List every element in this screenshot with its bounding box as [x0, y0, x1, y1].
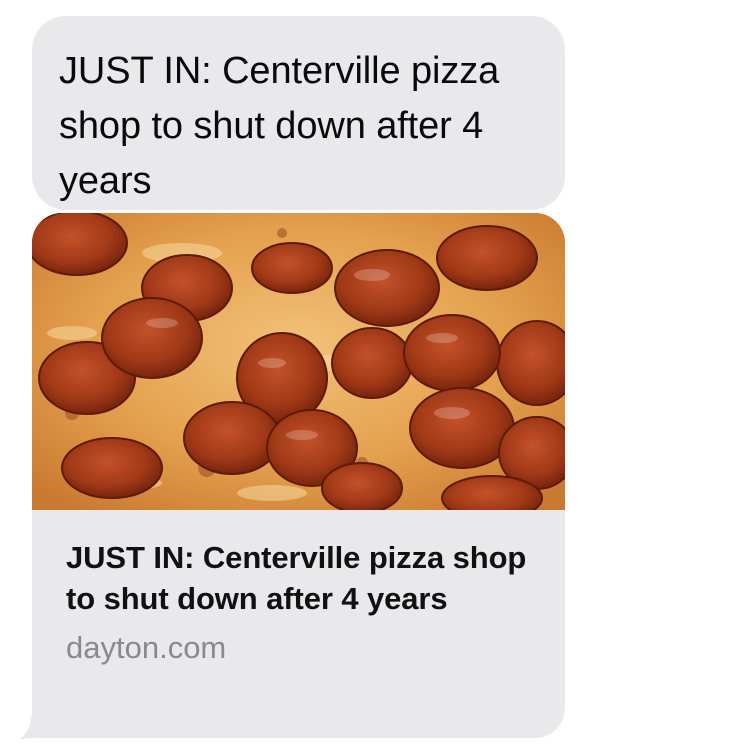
- bubble-tail-icon: [20, 708, 48, 739]
- message-thread: JUST IN: Centerville pizza shop to shut …: [0, 0, 750, 752]
- link-domain: dayton.com: [66, 630, 227, 665]
- link-title: JUST IN: Centerville pizza shop to shut …: [66, 540, 527, 616]
- pizza-photo: [32, 213, 565, 510]
- received-message-bubble[interactable]: JUST IN: Centerville pizza shop to shut …: [32, 16, 565, 210]
- message-text: JUST IN: Centerville pizza shop to shut …: [59, 50, 500, 202]
- link-preview-info[interactable]: JUST IN: Centerville pizza shop to shut …: [32, 510, 565, 738]
- pizza-preview-image[interactable]: [32, 213, 565, 510]
- link-preview-card[interactable]: JUST IN: Centerville pizza shop to shut …: [32, 213, 565, 738]
